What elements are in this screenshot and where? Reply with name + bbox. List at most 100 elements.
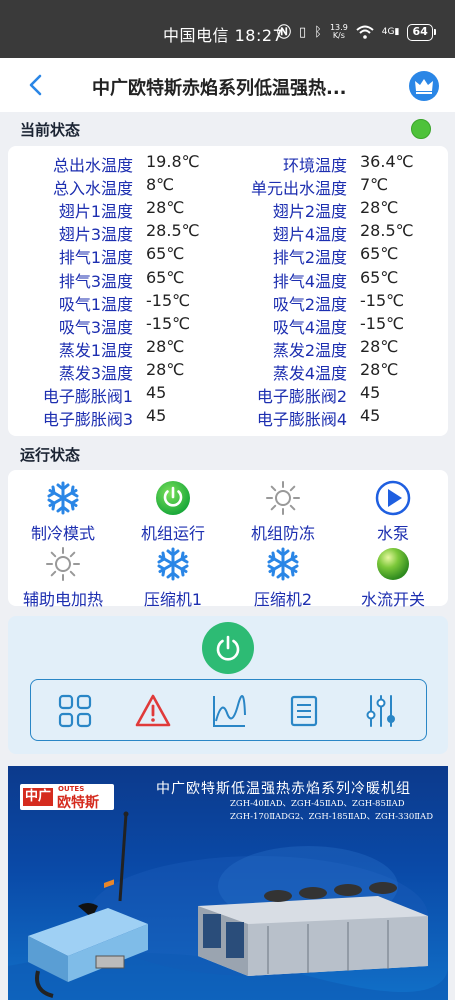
curve-chart-icon[interactable]: [211, 693, 247, 729]
battery-tip: [433, 29, 436, 35]
clock-time: 18:27: [234, 26, 284, 45]
system-status-bar: 中国电信 18:27 Ⓝ ▯ ᛒ 13.9 K/s 4G▮ 64: [0, 0, 455, 58]
snowflake-icon: [267, 547, 299, 581]
run-item-compressor-2: 压缩机2: [228, 546, 338, 610]
green-ball-icon: [377, 548, 409, 580]
status-value: -15℃: [146, 290, 191, 310]
run-item-cooling-mode: 制冷模式: [8, 480, 118, 544]
power-button[interactable]: [202, 622, 254, 674]
status-label: 排气4温度: [272, 271, 347, 291]
promo-banner[interactable]: 中广 OUTES 欧特斯 中广欧特斯低温强热赤焰系列冷暖机组 ZGH-40ⅡAD…: [8, 766, 448, 1000]
run-label: 辅助电加热: [22, 590, 103, 609]
status-label: 蒸发4温度: [272, 363, 347, 383]
status-label: 环境温度: [282, 156, 347, 175]
status-value: 28℃: [146, 359, 185, 379]
status-value: 45: [360, 383, 381, 402]
logo-cn-mark: 中广: [23, 788, 53, 806]
status-carrier-time: 中国电信 18:27: [163, 22, 283, 46]
back-arrow-icon[interactable]: [24, 72, 50, 98]
battery-indicator: 64: [407, 23, 433, 41]
status-label: 电子膨胀阀1: [42, 387, 133, 406]
run-status-card: 制冷模式 机组运行 机组防冻 水泵 辅助电加热 压缩机1 压缩机2 水流开关: [8, 470, 448, 609]
run-label: 水泵: [376, 524, 409, 543]
bluetooth-icon: ᛒ: [314, 24, 322, 40]
net-speed: 13.9 K/s: [330, 24, 348, 40]
status-value: 28℃: [360, 359, 399, 379]
models-line-1: ZGH-40ⅡAD、ZGH-45ⅡAD、ZGH-85ⅡAD: [230, 799, 405, 809]
status-value: 65℃: [360, 267, 399, 287]
banner-models: ZGH-40ⅡAD、ZGH-45ⅡAD、ZGH-85ⅡAD ZGH-170ⅡAD…: [230, 798, 433, 824]
status-label: 翅片4温度: [272, 225, 347, 245]
status-value: 19.8℃: [146, 152, 200, 171]
status-label: 吸气2温度: [272, 294, 347, 314]
nfc-icon: Ⓝ: [277, 25, 291, 41]
status-label: 蒸发2温度: [272, 340, 347, 360]
status-label: 排气3温度: [58, 271, 133, 291]
status-label: 吸气3温度: [58, 317, 133, 337]
status-value: 45: [146, 406, 167, 426]
run-label: 水流开关: [360, 590, 425, 609]
run-label: 机组运行: [140, 524, 205, 543]
snowflake-icon: [47, 481, 79, 515]
status-label: 翅片1温度: [58, 202, 133, 222]
status-label: 电子膨胀阀2: [256, 387, 347, 406]
crown-icon: [415, 79, 433, 94]
status-label: 总出水温度: [52, 156, 133, 175]
status-label: 吸气4温度: [272, 317, 347, 337]
status-value: 7℃: [360, 175, 389, 195]
status-label: 翅片2温度: [272, 202, 347, 222]
status-value: 45: [360, 406, 381, 426]
sliders-icon[interactable]: [363, 693, 399, 729]
run-label: 制冷模式: [30, 524, 95, 543]
power-icon: [216, 635, 240, 661]
online-status-indicator: [411, 119, 431, 139]
status-label: 总入水温度: [52, 179, 133, 199]
status-label: 单元出水温度: [250, 179, 347, 199]
net-speed-unit: K/s: [332, 31, 345, 40]
run-status-title: 运行状态: [20, 446, 81, 464]
status-label: 蒸发1温度: [58, 340, 133, 360]
gateway-device-image: [28, 811, 148, 998]
status-value: 28℃: [360, 198, 399, 218]
status-label: 电子膨胀阀4: [256, 410, 347, 430]
status-label: 排气1温度: [58, 248, 133, 268]
snowflake-icon: [157, 547, 189, 581]
status-label: 吸气1温度: [58, 294, 133, 314]
sun-icon: [46, 547, 80, 581]
banner-title: 中广欧特斯低温强热赤焰系列冷暖机组: [156, 781, 411, 797]
network-type: 4G: [381, 27, 395, 37]
app-header: 中广欧特斯赤焰系列低温强热...: [0, 58, 455, 112]
status-label: 翅片3温度: [58, 225, 133, 245]
carrier-name: 中国电信: [163, 26, 230, 45]
run-item-unit-running: 机组运行: [118, 480, 228, 544]
alarm-icon[interactable]: [135, 693, 171, 729]
status-icons: Ⓝ ▯ ᛒ 13.9 K/s 4G▮ 64: [277, 22, 436, 42]
status-value: 65℃: [360, 244, 399, 264]
status-value: -15℃: [146, 313, 191, 333]
document-icon[interactable]: [286, 693, 322, 729]
status-value: 28℃: [146, 198, 185, 218]
run-item-water-pump: 水泵: [338, 480, 448, 544]
run-label: 压缩机1: [143, 590, 203, 609]
status-value: 28℃: [360, 336, 399, 356]
status-value: -15℃: [360, 313, 405, 333]
status-value: 28.5℃: [146, 221, 200, 241]
current-status-card: 总出水温度 19.8℃ 环境温度 36.4℃ 总入水温度 8℃ 单元出水温度 7℃ 翅片1温度 2…: [8, 146, 448, 436]
heat-pump-unit-image: [198, 882, 428, 976]
status-value: 28.5℃: [360, 221, 414, 241]
vip-crown-button[interactable]: [409, 71, 439, 101]
current-status-title: 当前状态: [20, 121, 81, 139]
status-value: -15℃: [360, 290, 405, 310]
status-label: 蒸发3温度: [58, 363, 133, 383]
models-line-2: ZGH-170ⅡADG2、ZGH-185ⅡAD、ZGH-330ⅡAD: [230, 812, 434, 822]
status-label: 排气2温度: [272, 248, 347, 268]
status-label: 电子膨胀阀3: [42, 410, 133, 430]
play-icon: [375, 480, 411, 516]
status-value: 65℃: [146, 267, 185, 287]
status-value: 28℃: [146, 336, 185, 356]
status-value: 45: [146, 383, 167, 402]
run-item-flow-switch: 水流开关: [338, 546, 448, 610]
grid-icon[interactable]: [57, 693, 93, 729]
wifi-icon: [356, 25, 374, 39]
status-value: 65℃: [146, 244, 185, 264]
